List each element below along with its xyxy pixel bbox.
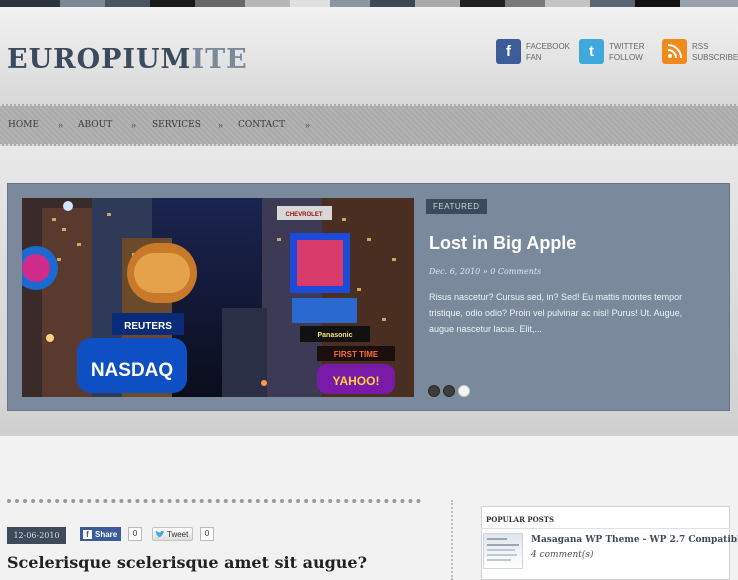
twitter-label-2: FOLLOW: [609, 52, 643, 62]
tweet-count: 0: [200, 527, 214, 541]
share-count: 0: [128, 527, 142, 541]
nav-item-home[interactable]: HOME: [8, 120, 39, 130]
post-title[interactable]: Scelerisque scelerisque amet sit augue?: [7, 553, 367, 572]
facebook-label-1: FACEBOOK: [526, 41, 571, 51]
main-nav: HOME » ABOUT » SERVICES » CONTACT »: [0, 104, 738, 146]
slide-meta: Dec. 6, 2010 » 0 Comments: [429, 267, 542, 276]
tweet-button[interactable]: Tweet: [152, 527, 194, 541]
popular-post-title[interactable]: Masagana WP Theme - WP 2.7 Compatible: [531, 535, 738, 545]
facebook-share-button[interactable]: f Share: [80, 527, 122, 541]
logo-accent-text: ITE: [191, 44, 248, 75]
top-color-strip: [0, 0, 738, 7]
popular-post-comments: 4 comment(s): [531, 550, 594, 560]
nav-separator: »: [218, 120, 224, 130]
site-logo[interactable]: EUROPIUMITE: [7, 44, 248, 75]
widget-title: POPULAR POSTS: [486, 515, 555, 524]
yahoo-sign: YAHOO!: [333, 374, 380, 388]
nav-separator: »: [131, 120, 137, 130]
facebook-icon: f: [83, 529, 92, 539]
facebook-label-2: FAN: [526, 52, 542, 62]
widget-divider: [481, 528, 730, 529]
slider-dot-3[interactable]: [458, 385, 470, 397]
slider-dot-1[interactable]: [428, 385, 440, 397]
slider-pagination: [428, 385, 473, 397]
slide-title[interactable]: Lost in Big Apple: [429, 233, 576, 254]
tweet-label: Tweet: [167, 529, 189, 539]
facebook-icon: f: [496, 39, 521, 64]
nav-separator: »: [305, 120, 311, 130]
post-date: 12-06-2010: [7, 527, 66, 544]
rss-link[interactable]: RSS SUBSCRIBE: [662, 39, 738, 64]
nav-item-services[interactable]: SERVICES: [152, 120, 201, 130]
site-header: EUROPIUMITE f FACEBOOK FAN t TWITTER FOL…: [0, 7, 738, 104]
twitter-link[interactable]: t TWITTER FOLLOW: [579, 39, 645, 64]
twitter-label-1: TWITTER: [609, 41, 645, 51]
share-label: Share: [95, 529, 118, 539]
slide-excerpt: Risus nascetur? Cursus sed, in? Sed! Eu …: [429, 292, 683, 334]
chevrolet-sign: CHEVROLET: [285, 212, 322, 218]
nav-separator: »: [58, 120, 64, 130]
nav-item-contact[interactable]: CONTACT: [238, 120, 285, 130]
nasdaq-sign: NASDAQ: [91, 360, 173, 381]
rss-label-1: RSS: [692, 41, 709, 51]
logo-main-text: EUROPIUM: [7, 44, 192, 75]
panasonic-sign: Panasonic: [317, 332, 352, 339]
reuters-sign: REUTERS: [124, 321, 172, 332]
facebook-link[interactable]: f FACEBOOK FAN: [496, 39, 570, 64]
popular-post-thumbnail[interactable]: [483, 533, 523, 569]
column-divider: [451, 500, 453, 580]
rss-icon: [662, 39, 687, 64]
section-divider: [7, 499, 421, 503]
first-time-sign: FIRST TIME: [334, 350, 379, 359]
featured-badge: FEATURED: [426, 199, 487, 214]
slide-image[interactable]: REUTERS NASDAQ CHEVROLET Panasonic FIRST…: [22, 198, 414, 397]
rss-label-2: SUBSCRIBE: [692, 52, 738, 62]
twitter-icon: t: [579, 39, 604, 64]
times-square-photo: REUTERS NASDAQ CHEVROLET Panasonic FIRST…: [22, 198, 414, 397]
nav-item-about[interactable]: ABOUT: [78, 120, 112, 130]
twitter-bird-icon: [155, 530, 165, 537]
slider-dot-2[interactable]: [443, 385, 455, 397]
